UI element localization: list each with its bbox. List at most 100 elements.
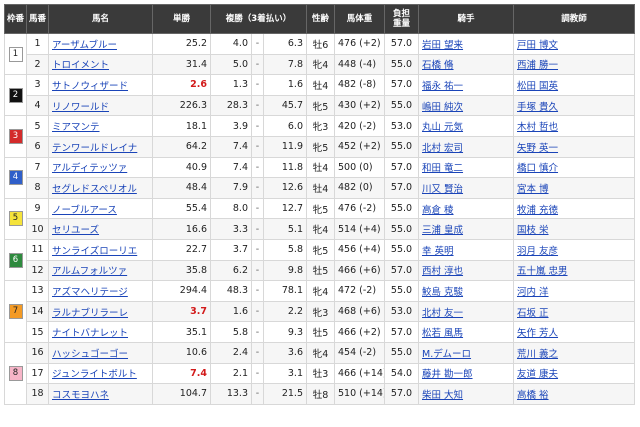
horse-name-cell[interactable]: セグレドスペリオル — [48, 177, 153, 199]
jockey-link[interactable]: 幸 英明 — [422, 246, 454, 257]
horse-name-link[interactable]: ミアマンテ — [52, 122, 100, 133]
jockey-link[interactable]: 西村 淳也 — [422, 266, 463, 277]
trainer-cell[interactable]: 荒川 義之 — [513, 341, 635, 364]
jockey-cell[interactable]: 嶋田 純次 — [418, 94, 514, 117]
horse-name-cell[interactable]: ミアマンテ — [48, 115, 153, 137]
jockey-link[interactable]: 和田 竜二 — [422, 163, 463, 174]
horse-name-cell[interactable]: トロイメント — [48, 53, 153, 76]
horse-name-cell[interactable]: ナイトバナレット — [48, 321, 153, 343]
trainer-link[interactable]: 手塚 貴久 — [517, 102, 558, 113]
jockey-cell[interactable]: 藤井 勘一郎 — [418, 362, 514, 385]
horse-name-link[interactable]: ハッシュゴーゴー — [52, 349, 128, 360]
trainer-link[interactable]: 西浦 勝一 — [517, 60, 558, 71]
jockey-link[interactable]: 藤井 勘一郎 — [422, 369, 473, 380]
horse-name-cell[interactable]: セリユーズ — [48, 218, 153, 240]
jockey-cell[interactable]: 丸山 元気 — [418, 115, 514, 137]
horse-name-link[interactable]: セグレドスペリオル — [52, 184, 137, 195]
horse-name-link[interactable]: テンワールドレイナ — [52, 143, 137, 154]
jockey-cell[interactable]: 北村 友一 — [418, 300, 514, 323]
jockey-cell[interactable]: 北村 宏司 — [418, 135, 514, 158]
horse-name-link[interactable]: リノワールド — [52, 102, 109, 113]
jockey-cell[interactable]: M.デムーロ — [418, 341, 514, 364]
horse-name-cell[interactable]: ラルナブリラーレ — [48, 300, 153, 323]
horse-name-link[interactable]: ラルナブリラーレ — [52, 308, 128, 319]
horse-name-cell[interactable]: アルディテッツァ — [48, 156, 153, 179]
jockey-link[interactable]: 北村 友一 — [422, 308, 463, 319]
trainer-link[interactable]: 高橋 裕 — [517, 390, 549, 401]
trainer-cell[interactable]: 矢野 英一 — [513, 135, 635, 158]
trainer-cell[interactable]: 石坂 正 — [513, 300, 635, 323]
jockey-cell[interactable]: 松若 風馬 — [418, 321, 514, 343]
jockey-link[interactable]: 川又 賢治 — [422, 184, 463, 195]
horse-name-link[interactable]: アズマヘリテージ — [52, 287, 128, 298]
jockey-link[interactable]: M.デムーロ — [422, 349, 471, 360]
horse-name-link[interactable]: ジュンライトボルト — [52, 369, 137, 380]
horse-name-cell[interactable]: サトノウィザード — [48, 74, 153, 96]
horse-name-cell[interactable]: ノーブルアース — [48, 197, 153, 220]
trainer-link[interactable]: 宮本 博 — [517, 184, 549, 195]
jockey-link[interactable]: 嶋田 純次 — [422, 102, 463, 113]
horse-name-link[interactable]: アルディテッツァ — [52, 163, 127, 174]
trainer-cell[interactable]: 戸田 博文 — [513, 33, 635, 55]
horse-name-cell[interactable]: サンライズローリエ — [48, 238, 153, 261]
horse-name-link[interactable]: セリユーズ — [52, 225, 99, 236]
horse-name-link[interactable]: トロイメント — [52, 60, 109, 71]
jockey-cell[interactable]: 福永 祐一 — [418, 74, 514, 96]
horse-name-link[interactable]: アーザムブルー — [52, 40, 117, 51]
trainer-cell[interactable]: 河内 洋 — [513, 280, 635, 302]
trainer-link[interactable]: 国枝 栄 — [517, 225, 549, 236]
jockey-cell[interactable]: 岩田 望来 — [418, 33, 514, 55]
horse-name-cell[interactable]: テンワールドレイナ — [48, 135, 153, 158]
trainer-link[interactable]: 牧浦 充徳 — [517, 205, 558, 216]
trainer-cell[interactable]: 友道 康夫 — [513, 362, 635, 385]
trainer-link[interactable]: 友道 康夫 — [517, 369, 558, 380]
trainer-link[interactable]: 河内 洋 — [517, 287, 549, 298]
trainer-link[interactable]: 木村 哲也 — [517, 122, 558, 133]
jockey-cell[interactable]: 幸 英明 — [418, 238, 514, 261]
horse-name-cell[interactable]: ジュンライトボルト — [48, 362, 153, 385]
horse-name-cell[interactable]: アーザムブルー — [48, 33, 153, 55]
jockey-cell[interactable]: 高倉 稜 — [418, 197, 514, 220]
jockey-link[interactable]: 北村 宏司 — [422, 143, 463, 154]
horse-name-cell[interactable]: アズマヘリテージ — [48, 280, 153, 302]
horse-name-cell[interactable]: アルムフォルツァ — [48, 259, 153, 282]
jockey-link[interactable]: 岩田 望来 — [422, 40, 463, 51]
trainer-cell[interactable]: 宮本 博 — [513, 177, 635, 199]
trainer-cell[interactable]: 五十嵐 忠男 — [513, 259, 635, 282]
jockey-cell[interactable]: 川又 賢治 — [418, 177, 514, 199]
trainer-link[interactable]: 戸田 博文 — [517, 40, 558, 51]
trainer-cell[interactable]: 羽月 友彦 — [513, 238, 635, 261]
trainer-link[interactable]: 荒川 義之 — [517, 349, 558, 360]
horse-name-link[interactable]: コスモヨハネ — [52, 390, 109, 401]
jockey-link[interactable]: 福永 祐一 — [422, 81, 463, 92]
trainer-link[interactable]: 石坂 正 — [517, 308, 549, 319]
trainer-link[interactable]: 羽月 友彦 — [517, 246, 558, 257]
jockey-cell[interactable]: 鮫島 克駿 — [418, 280, 514, 302]
trainer-link[interactable]: 矢野 英一 — [517, 143, 558, 154]
jockey-link[interactable]: 柴田 大知 — [422, 390, 463, 401]
jockey-link[interactable]: 高倉 稜 — [422, 205, 454, 216]
jockey-cell[interactable]: 柴田 大知 — [418, 383, 514, 405]
trainer-link[interactable]: 五十嵐 忠男 — [517, 266, 568, 277]
trainer-cell[interactable]: 西浦 勝一 — [513, 53, 635, 76]
horse-name-cell[interactable]: コスモヨハネ — [48, 383, 153, 405]
trainer-cell[interactable]: 国枝 栄 — [513, 218, 635, 240]
jockey-link[interactable]: 松若 風馬 — [422, 328, 463, 339]
trainer-cell[interactable]: 松田 国英 — [513, 74, 635, 96]
jockey-link[interactable]: 石橋 脩 — [422, 60, 454, 71]
horse-name-link[interactable]: ナイトバナレット — [52, 328, 128, 339]
horse-name-link[interactable]: アルムフォルツァ — [52, 266, 127, 277]
horse-name-link[interactable]: サトノウィザード — [52, 81, 128, 92]
jockey-cell[interactable]: 和田 竜二 — [418, 156, 514, 179]
jockey-link[interactable]: 丸山 元気 — [422, 122, 463, 133]
jockey-cell[interactable]: 西村 淳也 — [418, 259, 514, 282]
horse-name-cell[interactable]: ハッシュゴーゴー — [48, 341, 153, 364]
horse-name-cell[interactable]: リノワールド — [48, 94, 153, 117]
trainer-cell[interactable]: 高橋 裕 — [513, 383, 635, 405]
jockey-link[interactable]: 鮫島 克駿 — [422, 287, 463, 298]
horse-name-link[interactable]: ノーブルアース — [52, 205, 117, 216]
trainer-link[interactable]: 松田 国英 — [517, 81, 558, 92]
horse-name-link[interactable]: サンライズローリエ — [52, 246, 137, 257]
trainer-link[interactable]: 矢作 芳人 — [517, 328, 558, 339]
jockey-cell[interactable]: 三浦 皇成 — [418, 218, 514, 240]
